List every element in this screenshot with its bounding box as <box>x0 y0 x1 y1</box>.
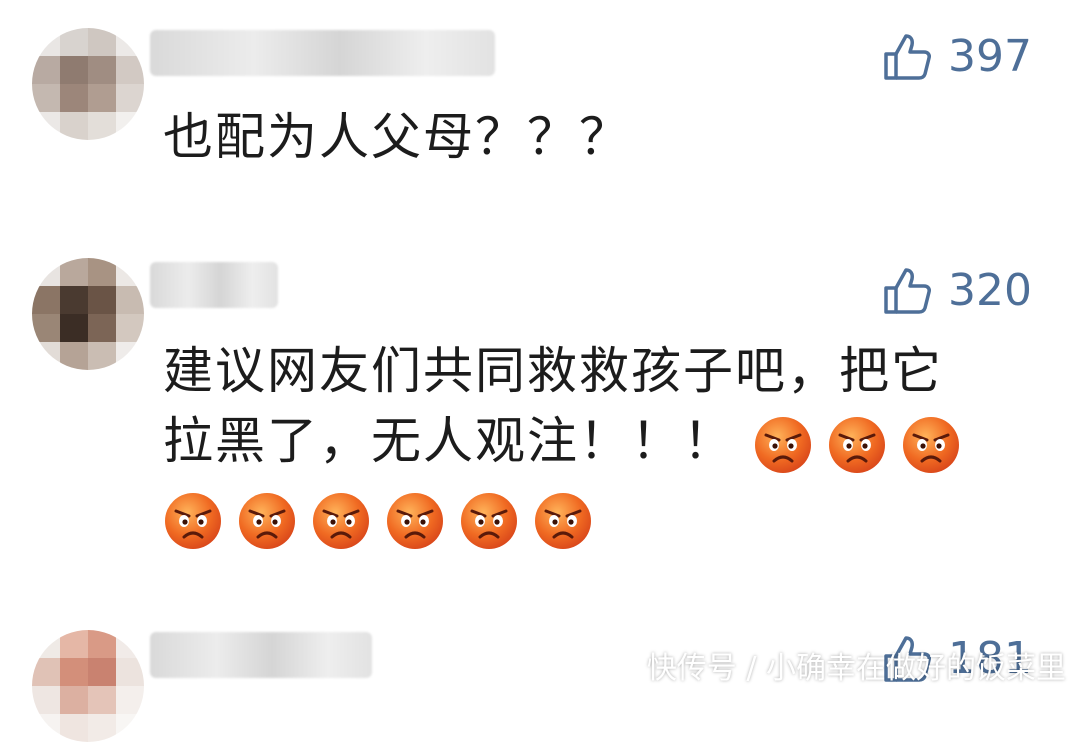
username-blurred[interactable] <box>150 262 278 308</box>
comment-text: 建议网友们共同救救孩子吧，把它 拉黑了，无人观注！！！ <box>163 336 961 552</box>
angry-face-icon <box>461 492 517 549</box>
avatar[interactable] <box>32 258 144 370</box>
watermark: 快传号 / 小确幸在做好的饭菜里 <box>646 651 1066 686</box>
angry-face-icon <box>902 416 959 473</box>
like-button[interactable]: 397 <box>882 30 1032 82</box>
comment-line: 拉黑了，无人观注！！！ <box>163 412 735 470</box>
avatar[interactable] <box>32 630 144 742</box>
comment-line-emoji <box>163 482 961 552</box>
thumbs-up-icon <box>884 268 932 314</box>
emoji-group <box>753 415 961 475</box>
like-count: 397 <box>948 30 1032 82</box>
angry-face-icon <box>535 492 591 549</box>
comment-line: 建议网友们共同救救孩子吧，把它 <box>163 342 943 400</box>
like-button[interactable]: 320 <box>882 264 1032 316</box>
comment-line: 也配为人父母？？？ <box>163 108 631 166</box>
angry-face-icon <box>387 492 443 549</box>
avatar[interactable] <box>32 28 144 140</box>
angry-face-icon <box>313 492 369 549</box>
comment-text: 也配为人父母？？？ <box>163 102 631 172</box>
emoji-group <box>163 491 593 551</box>
username-blurred[interactable] <box>150 30 495 76</box>
like-count: 320 <box>948 264 1032 316</box>
comment-line-with-emoji: 拉黑了，无人观注！！！ <box>163 406 961 476</box>
angry-face-icon <box>165 492 221 549</box>
username-blurred[interactable] <box>150 632 372 678</box>
thumbs-up-icon <box>884 34 932 80</box>
angry-face-icon <box>239 492 295 549</box>
angry-face-icon <box>754 416 811 473</box>
angry-face-icon <box>828 416 885 473</box>
